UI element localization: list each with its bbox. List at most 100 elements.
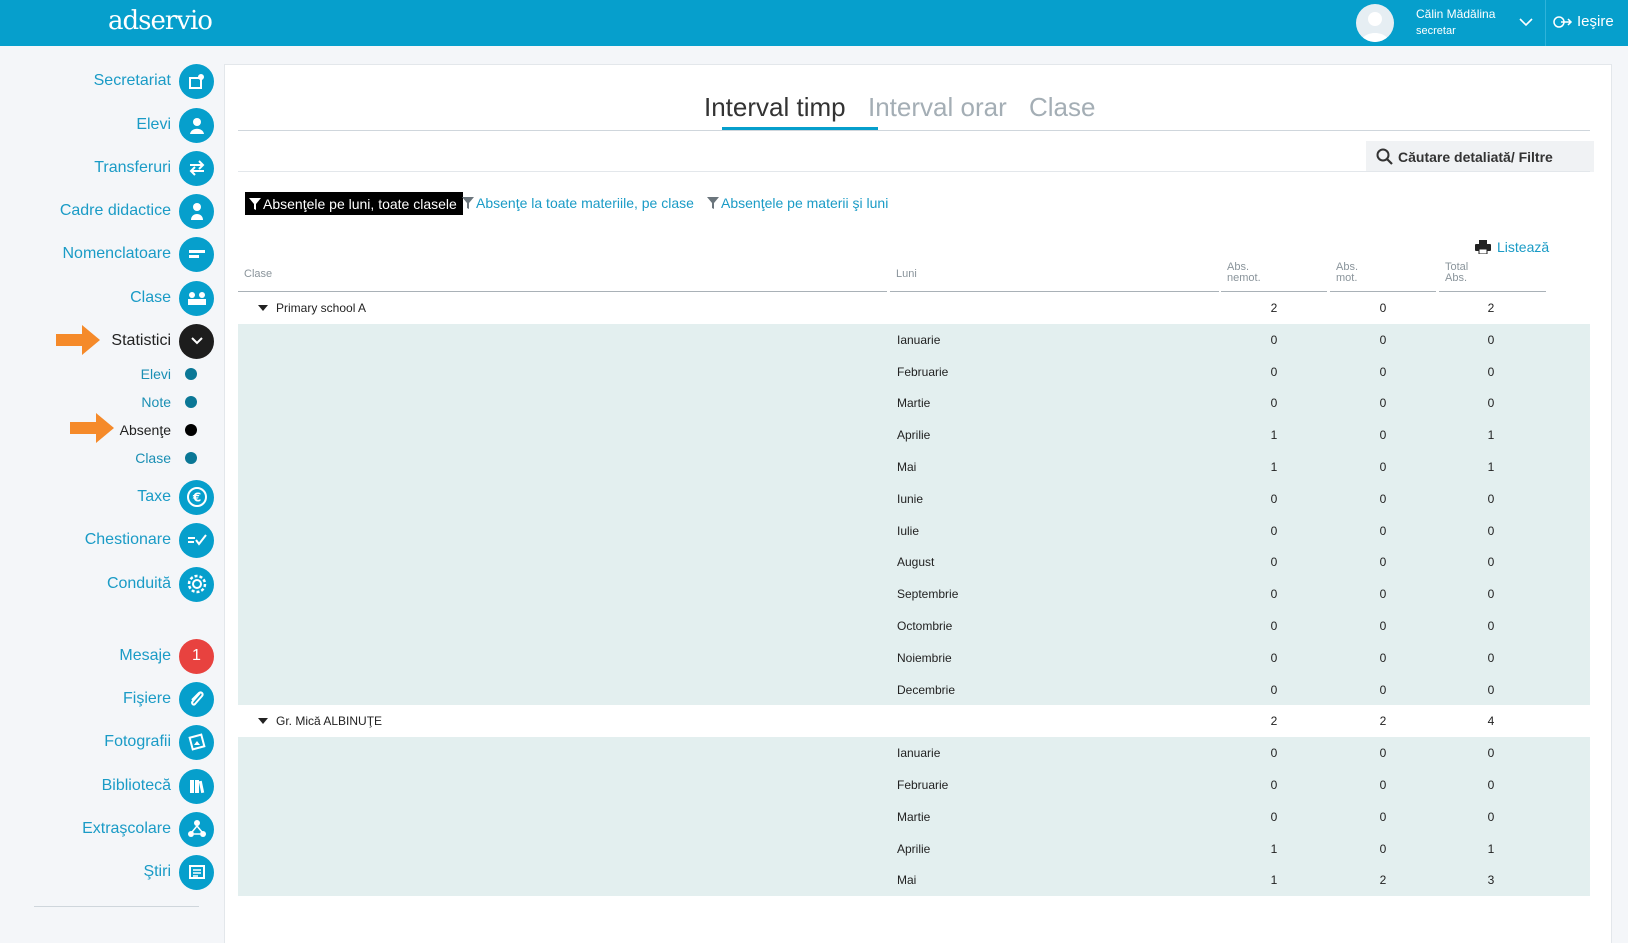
sidebar-item-label: Ştiri: [143, 863, 171, 880]
print-label: Listează: [1497, 239, 1550, 255]
sidebar-item-label: Secretariat: [93, 72, 171, 89]
sidebar-item-label: Transferuri: [94, 159, 171, 176]
column-header-abs-mot[interactable]: Abs. mot.: [1330, 262, 1436, 292]
chevron-down-icon[interactable]: [1518, 16, 1534, 28]
cell-abs-mot: 0: [1379, 460, 1387, 474]
sidebar-item-conduita[interactable]: Conduită: [107, 566, 214, 602]
avatar[interactable]: [1356, 4, 1394, 42]
sidebar-item-nomenclatoare[interactable]: Nomenclatoare: [62, 236, 214, 272]
cell-month: Aprilie: [897, 842, 931, 856]
sidebar-subitem-note[interactable]: Note: [141, 392, 197, 412]
app-logo[interactable]: adservio: [108, 6, 213, 36]
group-toggle[interactable]: Gr. Mică ALBINUŢE: [258, 714, 382, 728]
tab-interval-timp[interactable]: Interval timp: [704, 92, 846, 123]
table-row: Mai 1 0 1: [238, 451, 1590, 483]
table-row: Iulie 0 0 0: [238, 515, 1590, 547]
filter-absente-materii-luni[interactable]: Absenţele pe materii şi luni: [707, 195, 888, 211]
top-divider: [1545, 0, 1546, 46]
sidebar-item-fotografii[interactable]: Fotografii: [104, 724, 214, 760]
table-row: Aprilie 1 0 1: [238, 419, 1590, 451]
cell-abs-nemot: 0: [1270, 746, 1278, 760]
sidebar-subitem-label: Absenţe: [119, 422, 171, 438]
caret-down-icon: [258, 305, 268, 311]
sidebar-item-label: Nomenclatoare: [62, 245, 172, 262]
filter-icon: [462, 197, 474, 209]
sidebar-item-extrascolare[interactable]: Extraşcolare: [82, 811, 214, 847]
student-icon: [179, 107, 214, 143]
conduct-badge-icon: [179, 566, 214, 602]
secretariat-icon: [179, 63, 214, 99]
filter-absente-materii-clase[interactable]: Absenţe la toate materiile, pe clase: [462, 195, 694, 211]
cell-month: Iulie: [897, 524, 920, 538]
sidebar-subitem-elevi[interactable]: Elevi: [141, 364, 197, 384]
cell-abs-nemot: 0: [1270, 524, 1278, 538]
cell-total-abs: 0: [1487, 396, 1495, 410]
divider: [34, 906, 199, 907]
header-label: nemot.: [1227, 272, 1261, 284]
sidebar-item-transferuri[interactable]: Transferuri: [94, 150, 214, 186]
cell-abs-mot: 0: [1379, 651, 1387, 665]
class-name: Gr. Mică ALBINUŢE: [276, 714, 383, 728]
column-header-total-abs[interactable]: Total Abs.: [1439, 262, 1546, 292]
sidebar-item-label: Elevi: [136, 116, 171, 133]
table-row: Decembrie 0 0 0: [238, 674, 1590, 706]
table-row: Martie 0 0 0: [238, 801, 1590, 833]
sidebar-item-label: Bibliotecă: [101, 777, 171, 794]
filter-label: Absenţele pe luni, toate clasele: [263, 195, 457, 212]
sidebar-item-cadre-didactice[interactable]: Cadre didactice: [60, 193, 214, 229]
sidebar-item-biblioteca[interactable]: Bibliotecă: [102, 768, 214, 804]
sidebar-subitem-absente[interactable]: Absenţe: [120, 420, 197, 440]
sidebar-item-statistici[interactable]: Statistici: [111, 323, 214, 359]
cell-abs-mot: 0: [1379, 492, 1387, 506]
sidebar-item-secretariat[interactable]: Secretariat: [94, 63, 214, 99]
cell-total-abs: 0: [1487, 746, 1495, 760]
cell-abs-mot: 0: [1379, 333, 1387, 347]
table-row: Octombrie 0 0 0: [238, 610, 1590, 642]
dot-icon: [185, 368, 197, 380]
sidebar-item-elevi[interactable]: Elevi: [136, 107, 214, 143]
sidebar-subitem-label: Note: [141, 394, 171, 410]
books-icon: [179, 768, 214, 804]
cell-total-abs: 0: [1487, 619, 1495, 633]
group-toggle[interactable]: Primary school A: [258, 301, 366, 315]
sidebar-item-fisiere[interactable]: Fişiere: [123, 681, 214, 717]
user-role: secretar: [1416, 25, 1456, 37]
cell-month: Mai: [897, 873, 917, 887]
sidebar-item-mesaje[interactable]: Mesaje 1: [119, 638, 214, 674]
cell-abs-nemot: 0: [1270, 778, 1278, 792]
cell-month: Martie: [897, 810, 931, 824]
table-group-row[interactable]: Gr. Mică ALBINUŢE 2 2 4: [238, 705, 1590, 737]
cell-total-abs: 0: [1487, 555, 1495, 569]
cell-abs-nemot: 0: [1270, 587, 1278, 601]
cell-total-abs: 0: [1487, 587, 1495, 601]
cell-abs-mot: 0: [1379, 810, 1387, 824]
logout-button[interactable]: Ieşire: [1553, 13, 1614, 30]
sidebar-item-clase[interactable]: Clase: [130, 280, 214, 316]
tab-clase[interactable]: Clase: [1029, 92, 1095, 123]
sidebar-item-chestionare[interactable]: Chestionare: [85, 522, 214, 558]
sidebar-subitem-clase[interactable]: Clase: [135, 448, 197, 468]
table-group-row[interactable]: Primary school A 2 0 2: [238, 292, 1590, 324]
cell-total-abs: 0: [1487, 492, 1495, 506]
sidebar-item-label: Chestionare: [84, 531, 171, 548]
column-header-clase[interactable]: Clase: [238, 268, 887, 292]
cell-month: Ianuarie: [897, 333, 941, 347]
sidebar-item-taxe[interactable]: Taxe €: [137, 479, 214, 515]
logout-icon: [1553, 15, 1573, 28]
sidebar-item-stiri[interactable]: Ştiri: [143, 854, 214, 890]
cell-total-abs: 0: [1487, 365, 1495, 379]
arrow-marker-icon: [56, 325, 100, 355]
filter-absente-pe-luni[interactable]: Absenţele pe luni, toate clasele: [245, 192, 463, 215]
table-row: Ianuarie 0 0 0: [238, 737, 1590, 769]
detailed-search-button[interactable]: Căutare detaliată/ Filtre: [1366, 141, 1594, 172]
cell-abs-mot: 0: [1379, 396, 1387, 410]
print-button[interactable]: Listează: [1475, 239, 1549, 255]
column-header-abs-nemot[interactable]: Abs. nemot.: [1221, 262, 1327, 292]
tab-interval-orar[interactable]: Interval orar: [868, 92, 1007, 123]
cell-abs-nemot: 2: [1270, 301, 1278, 315]
cell-month: Iunie: [897, 492, 924, 506]
list-icon: [179, 236, 214, 272]
content-panel: Interval timp Interval orar Clase Căutar…: [224, 64, 1612, 943]
class-name: Primary school A: [276, 301, 367, 315]
column-header-luni[interactable]: Luni: [890, 268, 1219, 292]
